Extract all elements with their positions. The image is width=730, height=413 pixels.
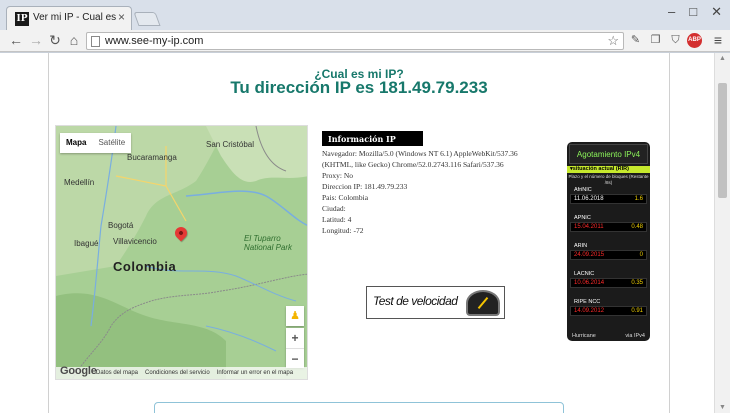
- map-type-tabs: Mapa Satélite: [60, 133, 132, 153]
- new-tab-button[interactable]: [133, 12, 161, 26]
- map-label-medellin: Medellín: [64, 178, 95, 187]
- rir-value: 0.48: [631, 224, 643, 230]
- map-label-san-cristobal: San Cristóbal: [206, 140, 255, 149]
- rir-name: AfriNIC: [574, 187, 592, 193]
- info-line: (KHTML, like Gecko) Chrome/52.0.2743.116…: [322, 160, 504, 169]
- close-window-icon[interactable]: ✕: [711, 4, 722, 20]
- rir-entry: AfriNIC 11.06.2018 1.6: [570, 186, 647, 205]
- page-border-left: [48, 53, 49, 413]
- rir-date: 11.06.2018: [574, 196, 604, 202]
- speed-test-label: Test de velocidad: [373, 294, 458, 308]
- extension-layers-icon[interactable]: ❐: [648, 33, 663, 48]
- map-label-colombia: Colombia: [113, 259, 177, 274]
- map-label-park: El Tuparro National Park: [244, 234, 293, 252]
- home-icon[interactable]: ⌂: [66, 32, 82, 48]
- extension-shield-icon[interactable]: ⛉: [668, 33, 683, 48]
- favicon-icon: IP: [15, 12, 29, 26]
- map-label-villavicencio: Villavicencio: [113, 237, 157, 246]
- rir-value: 0.91: [631, 308, 643, 314]
- rir-name: ARIN: [574, 243, 588, 249]
- map-data-link[interactable]: Datos del mapa: [96, 370, 138, 376]
- browser-tab[interactable]: IP Ver mi IP - Cual es mi IP - Direcci ×: [6, 6, 132, 30]
- info-heading: Información IP: [322, 131, 423, 146]
- google-logo: Google: [60, 365, 97, 377]
- scroll-down-icon[interactable]: ▼: [719, 404, 726, 411]
- rir-date: 14.09.2012: [574, 308, 605, 314]
- info-line: Latitud: 4: [322, 215, 352, 224]
- info-line: Pais: Colombia: [322, 193, 369, 202]
- forward-arrow-icon[interactable]: →: [28, 32, 44, 48]
- rir-date: 24.09.2015: [574, 252, 605, 258]
- url-text[interactable]: www.see-my-ip.com: [105, 35, 203, 47]
- vertical-scrollbar[interactable]: ▲ ▼: [714, 53, 730, 413]
- page-icon: [91, 36, 100, 47]
- rir-entry: ARIN 24.09.2015 0: [570, 242, 647, 261]
- back-arrow-icon[interactable]: ←: [8, 32, 24, 48]
- rir-date: 15.04.2011: [574, 224, 604, 230]
- ipv4-title: Agotamiento IPv4: [569, 144, 648, 164]
- map-label-bogota: Bogotá: [108, 221, 134, 230]
- reload-icon[interactable]: ↻: [47, 32, 63, 49]
- close-tab-icon[interactable]: ×: [118, 10, 125, 24]
- map-terms-link[interactable]: Condiciones del servicio: [145, 370, 210, 376]
- rir-entry: LACNIC 10.06.2014 0.35: [570, 270, 647, 289]
- rir-value: 0: [639, 252, 643, 258]
- bottom-content-box: [154, 402, 564, 413]
- map-report-link[interactable]: Informar un error en el mapa: [217, 370, 293, 376]
- rir-value: 1.6: [634, 196, 643, 202]
- location-map[interactable]: Mapa Satélite San Cristóbal Bucaramanga …: [55, 125, 308, 380]
- zoom-in-button[interactable]: +: [286, 328, 304, 348]
- maximize-icon[interactable]: □: [689, 4, 697, 20]
- scroll-up-icon[interactable]: ▲: [719, 55, 726, 62]
- info-line: Direccion IP: 181.49.79.233: [322, 182, 408, 191]
- ipv4-footer-right: via IPv4: [625, 333, 645, 339]
- rir-name: RIPE NCC: [574, 299, 601, 305]
- ip-address-heading: Tu dirección IP es 181.49.79.233: [230, 78, 488, 97]
- browser-toolbar: ← → ↻ ⌂ www.see-my-ip.com ☆ ✎ ❐ ⛉ ABP ≡: [0, 30, 730, 52]
- map-terrain: [56, 126, 307, 379]
- page-border-right: [669, 53, 670, 413]
- star-icon[interactable]: ☆: [607, 33, 619, 49]
- info-line: Ciudad:: [322, 204, 346, 213]
- ipv4-depletion-widget[interactable]: Agotamiento IPv4 ▾situación actual (RIR)…: [567, 142, 650, 341]
- rir-value: 0.35: [631, 280, 643, 286]
- map-label-ibague: Ibagué: [74, 239, 99, 248]
- zoom-control: + −: [286, 328, 304, 368]
- address-bar[interactable]: www.see-my-ip.com ☆: [86, 32, 624, 50]
- ipv4-subtitle: ▾situación actual (RIR): [567, 166, 650, 173]
- ipv4-footer-left: Hurricane: [572, 333, 596, 339]
- speedometer-icon: [466, 290, 500, 316]
- info-line: Navegador: Mozilla/5.0 (Windows NT 6.1) …: [322, 149, 518, 158]
- ipv4-footer: Hurricane via IPv4: [567, 333, 650, 339]
- info-line: Longitud: -72: [322, 226, 364, 235]
- window-controls: – □ ✕: [668, 4, 722, 20]
- scroll-thumb[interactable]: [718, 83, 727, 198]
- rir-name: LACNIC: [574, 271, 595, 277]
- map-tab-mapa[interactable]: Mapa: [60, 133, 92, 153]
- menu-icon[interactable]: ≡: [714, 32, 722, 48]
- info-list: Navegador: Mozilla/5.0 (Windows NT 6.1) …: [322, 148, 532, 236]
- adblock-icon[interactable]: ABP: [687, 33, 702, 48]
- map-tab-satelite[interactable]: Satélite: [92, 133, 131, 153]
- minimize-icon[interactable]: –: [668, 4, 675, 20]
- rir-date: 10.06.2014: [574, 280, 605, 286]
- info-line: Proxy: No: [322, 171, 354, 180]
- pegman-icon[interactable]: ♟: [286, 306, 304, 326]
- rir-name: APNIC: [574, 215, 591, 221]
- rir-entry: APNIC 15.04.2011 0.48: [570, 214, 647, 233]
- ipv4-note: Plazo y el número de bloques (Restante /…: [568, 174, 649, 185]
- zoom-out-button[interactable]: −: [286, 348, 304, 368]
- extension-pen-icon[interactable]: ✎: [628, 33, 643, 48]
- speed-test-banner[interactable]: Test de velocidad: [366, 286, 505, 319]
- rir-entry: RIPE NCC 14.09.2012 0.91: [570, 298, 647, 317]
- title-bar: IP Ver mi IP - Cual es mi IP - Direcci ×…: [0, 0, 730, 30]
- web-page: ¿Cual es mi IP? Tu dirección IP es 181.4…: [0, 53, 714, 413]
- map-label-bucaramanga: Bucaramanga: [127, 153, 177, 162]
- tab-title: Ver mi IP - Cual es mi IP - Direcci: [33, 12, 119, 23]
